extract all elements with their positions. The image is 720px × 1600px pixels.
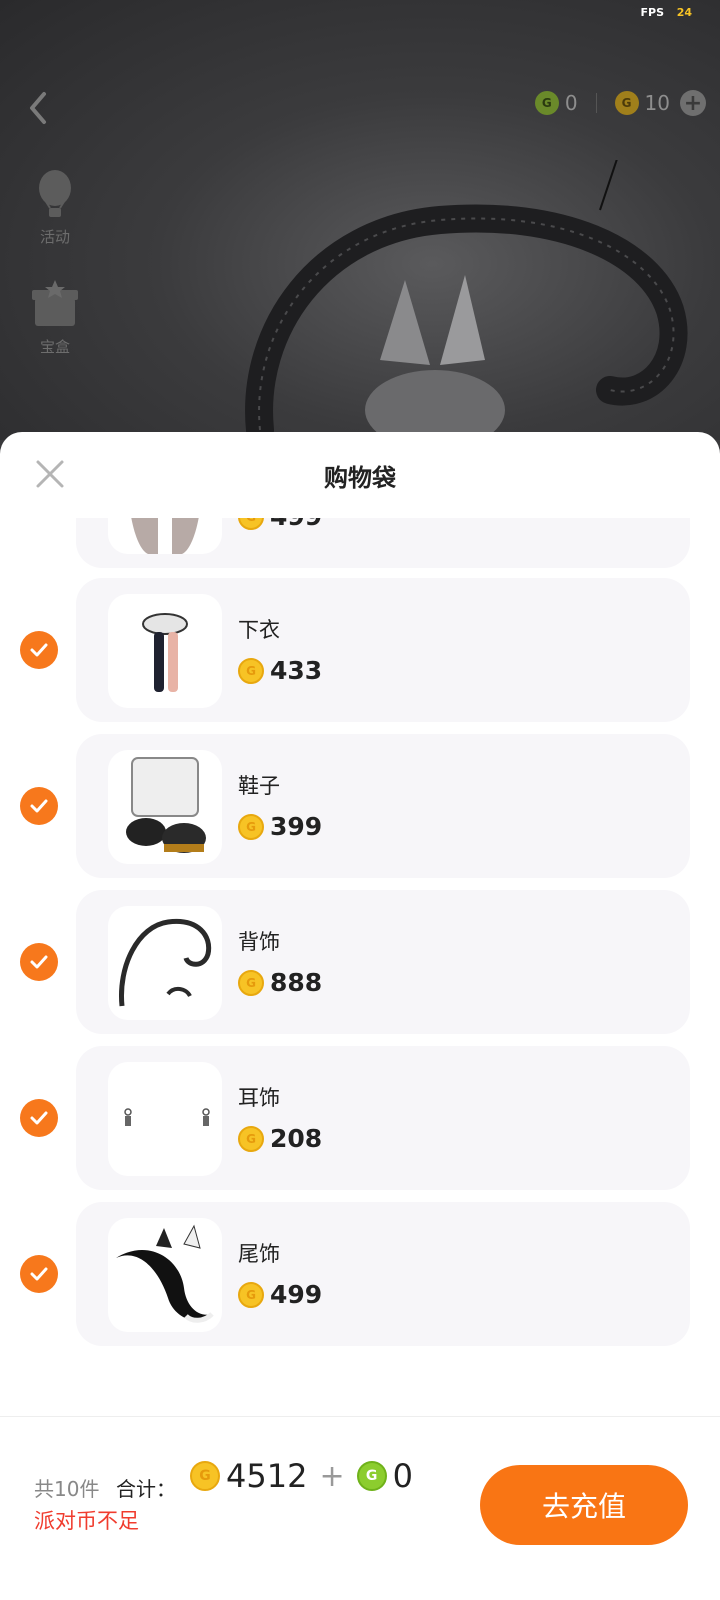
gold-coin-icon: G <box>238 518 264 530</box>
item-thumbnail <box>108 906 222 1020</box>
checkout-footer: 共10件 合计： G 4512 + G 0 派对币不足 去充值 <box>0 1416 720 1600</box>
item-price: G 208 <box>238 1124 322 1153</box>
plus-sign: + <box>319 1458 345 1494</box>
cart-item-row-partial[interactable]: G 499 <box>0 518 720 568</box>
item-checkbox[interactable] <box>20 787 58 825</box>
item-name: 下衣 <box>238 618 280 642</box>
sheet-header: 购物袋 <box>0 432 720 518</box>
shopping-bag-sheet: 购物袋 G 499 <box>0 432 720 1600</box>
gold-coin-icon: G <box>238 813 264 840</box>
side-item-activity-label: 活动 <box>39 228 70 246</box>
cart-item-row[interactable]: 鞋子 G 399 <box>0 734 720 878</box>
insufficient-funds-warning: 派对币不足 <box>34 1509 139 1533</box>
item-thumbnail <box>108 750 222 864</box>
item-name: 尾饰 <box>238 1242 280 1266</box>
item-checkbox[interactable] <box>20 943 58 981</box>
total-amount: G 4512 + G 0 <box>190 1457 413 1495</box>
gift-box-icon <box>32 280 78 326</box>
gold-coin-icon: G <box>238 969 264 996</box>
item-checkbox[interactable] <box>20 631 58 669</box>
cart-item-row[interactable]: 下衣 G 433 <box>0 578 720 722</box>
close-icon <box>36 460 64 488</box>
item-price: G 399 <box>238 812 322 841</box>
cart-item-row[interactable]: 背饰 G 888 <box>0 890 720 1034</box>
cart-item-row[interactable]: 耳饰 G 208 <box>0 1046 720 1190</box>
item-checkbox[interactable] <box>20 1255 58 1293</box>
checkmark-icon <box>30 1111 48 1125</box>
gold-coin-icon: G <box>238 1281 264 1308</box>
sheet-title: 购物袋 <box>324 463 396 492</box>
item-thumbnail <box>108 594 222 708</box>
item-thumbnail <box>108 1218 222 1332</box>
cart-item-card[interactable]: 背饰 G 888 <box>76 890 690 1034</box>
fps-label: FPS <box>640 6 665 19</box>
green-coin-icon: G <box>356 1461 387 1491</box>
side-item-activity[interactable]: 活动 <box>22 166 88 247</box>
green-currency: G 0 <box>534 91 578 115</box>
close-button[interactable] <box>30 454 70 494</box>
hair-item-image <box>131 518 199 554</box>
gold-coin-icon: G <box>238 657 264 684</box>
item-price: G 888 <box>238 968 322 997</box>
tail-item-image <box>116 1224 214 1323</box>
add-currency-button[interactable]: + <box>680 90 706 116</box>
gold-total: 4512 <box>226 1457 308 1495</box>
gold-currency-value: 10 <box>644 91 670 115</box>
cart-item-card[interactable]: 耳饰 G 208 <box>76 1046 690 1190</box>
cart-item-row[interactable]: 尾饰 G 499 <box>0 1202 720 1346</box>
cart-item-card[interactable]: 鞋子 G 399 <box>76 734 690 878</box>
item-price-value: 399 <box>270 812 323 841</box>
item-price-value: 499 <box>270 1280 323 1309</box>
cart-item-list[interactable]: G 499 下衣 G 4 <box>0 518 720 1418</box>
cart-item-card[interactable]: 下衣 G 433 <box>76 578 690 722</box>
item-name: 背饰 <box>238 930 280 954</box>
side-item-giftbox-label: 宝盒 <box>39 338 70 356</box>
item-name: 耳饰 <box>238 1086 280 1110</box>
item-thumbnail <box>108 1062 222 1176</box>
fps-value: 24 <box>676 6 692 19</box>
gold-coin-icon: G <box>614 91 639 115</box>
gold-coin-icon: G <box>190 1461 220 1491</box>
currency-bar: G 0 G 10 + <box>534 90 706 116</box>
back-button[interactable] <box>24 88 54 128</box>
checkmark-icon <box>30 1267 48 1281</box>
item-price-value: 433 <box>270 656 323 685</box>
green-currency-value: 0 <box>564 91 578 115</box>
checkmark-icon <box>30 799 48 813</box>
item-price-value: 888 <box>270 968 323 997</box>
cart-item-card[interactable]: G 499 <box>76 518 690 568</box>
item-count: 共10件 <box>34 1477 100 1501</box>
currency-divider <box>595 93 597 113</box>
item-price: G 499 <box>238 1280 322 1309</box>
item-price-value: 499 <box>270 518 322 531</box>
green-coin-icon: G <box>534 91 559 115</box>
gold-coin-icon: G <box>238 1125 264 1152</box>
shoes-item-image <box>126 757 206 853</box>
green-total: 0 <box>392 1457 413 1495</box>
item-price: G 499 <box>238 518 322 531</box>
item-price: G 433 <box>238 656 322 685</box>
recharge-button[interactable]: 去充值 <box>480 1465 688 1545</box>
item-checkbox[interactable] <box>20 1099 58 1137</box>
item-thumbnail <box>108 518 222 554</box>
checkmark-icon <box>30 955 48 969</box>
bottoms-item-image <box>142 613 188 692</box>
chevron-left-icon <box>30 92 46 124</box>
hot-air-balloon-icon <box>39 170 71 217</box>
side-item-giftbox[interactable]: 宝盒 <box>22 276 88 357</box>
gold-currency: G 10 <box>614 91 670 115</box>
checkmark-icon <box>30 643 48 657</box>
item-name: 鞋子 <box>238 774 280 798</box>
earrings-item-image <box>124 1108 210 1126</box>
game-scene-background: FPS 24 G 0 G 10 + 活动 宝盒 <box>0 0 720 440</box>
item-price-value: 208 <box>270 1124 323 1153</box>
cart-item-card[interactable]: 尾饰 G 499 <box>76 1202 690 1346</box>
dragon-accessory-preview <box>245 160 688 440</box>
total-label: 合计： <box>116 1477 176 1501</box>
dragon-back-accessory-image <box>118 918 212 1007</box>
